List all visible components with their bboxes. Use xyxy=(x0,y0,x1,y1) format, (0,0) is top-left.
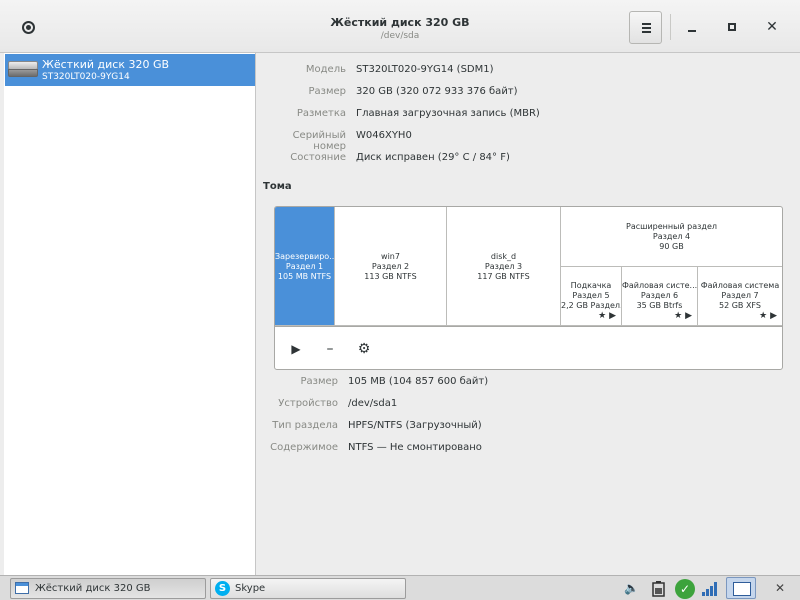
minimize-button[interactable] xyxy=(683,18,701,36)
partition-3-size: 117 GB NTFS xyxy=(477,272,530,281)
close-button[interactable]: ✕ xyxy=(763,18,781,36)
size-value: 320 GB (320 072 933 376 байт) xyxy=(356,86,518,97)
partitioning-label: Разметка xyxy=(296,108,346,119)
size-label: Размер xyxy=(308,86,346,97)
partition-5-number: Раздел 5 xyxy=(572,291,610,300)
partition-1-name: Зарезервиро... xyxy=(275,252,335,261)
maximize-button[interactable] xyxy=(723,18,741,36)
partition-1[interactable]: Зарезервиро... Раздел 1 105 MB NTFS xyxy=(275,207,335,326)
skype-icon: S xyxy=(215,581,230,596)
mount-play-icon[interactable]: ▶ xyxy=(286,339,306,359)
status-value: Диск исправен (29° C / 84° F) xyxy=(356,152,510,163)
partition-5-name: Подкачка xyxy=(570,281,612,290)
hamburger-menu-button[interactable] xyxy=(629,11,662,44)
partition-7[interactable]: Файловая система Раздел 7 52 GB XFS ★ ▶ xyxy=(698,267,782,326)
partition-5-status-icons: ★ ▶ xyxy=(598,311,616,321)
model-label: Модель xyxy=(305,64,346,75)
taskbar: Жёсткий диск 320 GB S Skype 🔈 ✓ ✕ xyxy=(0,575,800,600)
partition-6-name: Файловая систе... xyxy=(622,281,698,290)
window-title: Жёсткий диск 320 GB xyxy=(330,16,470,29)
star-icon: ★ xyxy=(674,311,683,321)
partition-1-size: 105 MB NTFS xyxy=(277,272,332,281)
serial-label: Серийный номер xyxy=(292,130,346,152)
task-disks-window[interactable]: Жёсткий диск 320 GB xyxy=(10,578,206,599)
volume-icon[interactable]: 🔈 xyxy=(624,578,642,599)
status-label: Состояние xyxy=(290,152,346,163)
partition-6[interactable]: Файловая систе... Раздел 6 35 GB Btrfs ★… xyxy=(622,267,698,326)
partition-2-name: win7 xyxy=(381,252,400,261)
device-value: /dev/sda1 xyxy=(348,398,398,409)
partition-6-status-icons: ★ ▶ xyxy=(674,311,692,321)
partition-4-name: Расширенный раздел xyxy=(626,222,717,231)
header-bar: Жёсткий диск 320 GB /dev/sda ✕ xyxy=(0,0,800,53)
partition-6-number: Раздел 6 xyxy=(640,291,679,300)
battery-icon[interactable] xyxy=(650,578,668,599)
volume-toolbar: ▶ – ⚙ xyxy=(275,326,782,369)
partition-4-number: Раздел 4 xyxy=(652,232,691,241)
partition-3-name: disk_d xyxy=(490,252,517,261)
partition-7-number: Раздел 7 xyxy=(721,291,759,300)
play-icon: ▶ xyxy=(685,311,692,321)
device-label: Устройство xyxy=(278,398,338,409)
partition-type-value: HPFS/NTFS (Загрузочный) xyxy=(348,420,482,431)
partition-7-size: 52 GB XFS xyxy=(719,301,761,310)
sidebar-disk-name: Жёсткий диск 320 GB xyxy=(42,58,170,71)
window-icon xyxy=(15,582,29,594)
serial-value: W046XYH0 xyxy=(356,130,412,141)
sidebar-disk-list: Жёсткий диск 320 GB ST320LT020-9YG14 xyxy=(4,53,256,575)
partition-type-label: Тип раздела xyxy=(272,420,338,431)
contents-label: Содержимое xyxy=(270,442,338,453)
partition-5[interactable]: Подкачка Раздел 5 2,2 GB Раздел... ★ ▶ xyxy=(561,267,622,326)
task-label: Skype xyxy=(235,583,266,594)
sidebar-item-disk[interactable]: Жёсткий диск 320 GB ST320LT020-9YG14 xyxy=(5,54,255,86)
task-label: Жёсткий диск 320 GB xyxy=(35,583,151,594)
selected-size-value: 105 MB (104 857 600 байт) xyxy=(348,376,489,387)
partition-2-size: 113 GB NTFS xyxy=(364,272,417,281)
delete-partition-icon[interactable]: – xyxy=(320,339,340,359)
model-value: ST320LT020-9YG14 (SDM1) xyxy=(356,64,494,75)
partition-5-size: 2,2 GB Раздел... xyxy=(561,301,622,310)
network-signal-icon[interactable] xyxy=(701,578,719,599)
hard-disk-icon xyxy=(8,59,38,79)
star-icon: ★ xyxy=(598,311,607,321)
partitioning-value: Главная загрузочная запись (MBR) xyxy=(356,108,540,119)
selected-size-label: Размер xyxy=(300,376,338,387)
partition-3-number: Раздел 3 xyxy=(484,262,523,271)
star-icon: ★ xyxy=(759,311,768,321)
partition-6-size: 35 GB Btrfs xyxy=(636,301,683,310)
partition-4-extended[interactable]: Расширенный раздел Раздел 4 90 GB xyxy=(561,207,782,267)
partition-1-number: Раздел 1 xyxy=(285,262,324,271)
header-separator xyxy=(670,14,671,40)
partition-4-size: 90 GB xyxy=(659,242,684,251)
disk-details: Модель ST320LT020-9YG14 (SDM1) Размер 32… xyxy=(257,53,800,575)
partition-2-number: Раздел 2 xyxy=(371,262,410,271)
play-icon: ▶ xyxy=(609,311,616,321)
partition-7-status-icons: ★ ▶ xyxy=(759,311,777,321)
volumes-map: Зарезервиро... Раздел 1 105 MB NTFS win7… xyxy=(274,206,783,370)
show-desktop-icon[interactable] xyxy=(726,577,756,599)
window-subtitle: /dev/sda xyxy=(380,31,420,41)
partition-2[interactable]: win7 Раздел 2 113 GB NTFS xyxy=(335,207,447,326)
partition-3[interactable]: disk_d Раздел 3 117 GB NTFS xyxy=(447,207,561,326)
contents-value: NTFS — Не смонтировано xyxy=(348,442,482,453)
volumes-section-title: Тома xyxy=(263,181,292,192)
partition-7-name: Файловая система xyxy=(700,281,780,290)
task-skype[interactable]: S Skype xyxy=(210,578,406,599)
play-icon: ▶ xyxy=(770,311,777,321)
gear-icon[interactable]: ⚙ xyxy=(354,339,374,359)
update-ok-icon[interactable]: ✓ xyxy=(675,579,695,599)
x-tray-icon[interactable]: ✕ xyxy=(762,578,798,599)
sidebar-disk-model: ST320LT020-9YG14 xyxy=(42,72,130,82)
